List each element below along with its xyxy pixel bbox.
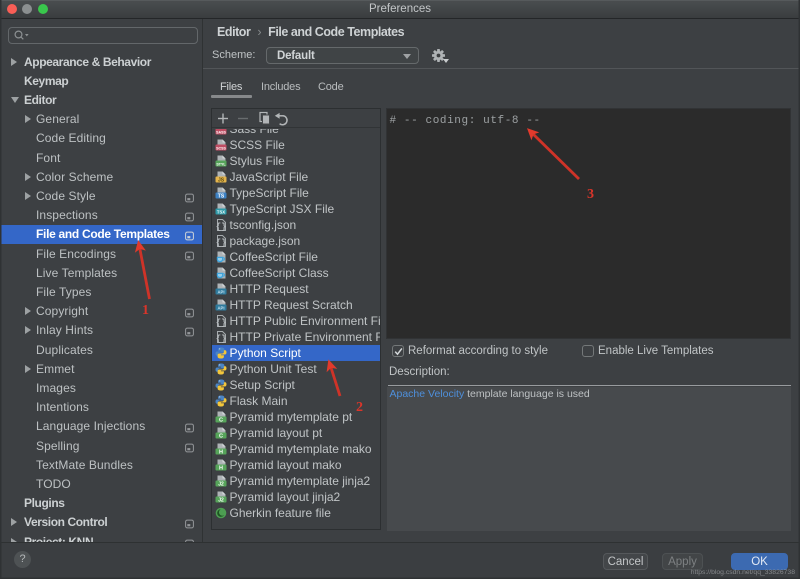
svg-text:C: C (219, 433, 223, 439)
svg-text:TSX: TSX (216, 209, 224, 214)
svg-text:API: API (217, 289, 224, 294)
svg-text:J2: J2 (218, 481, 224, 487)
svg-text:STYL: STYL (216, 162, 226, 166)
svg-text:JS: JS (217, 177, 224, 183)
svg-text:SCSS: SCSS (216, 146, 226, 150)
svg-text:C: C (219, 417, 223, 423)
svg-text:H: H (219, 465, 223, 471)
svg-text:TS: TS (217, 193, 224, 199)
svg-text:{}: {} (215, 334, 226, 343)
svg-text:{}: {} (215, 222, 226, 231)
svg-text:J2: J2 (218, 497, 224, 503)
svg-text:SASS: SASS (216, 130, 226, 134)
svg-text:{}: {} (215, 238, 226, 247)
svg-text:{}: {} (215, 318, 226, 327)
svg-text:H: H (219, 449, 223, 455)
svg-text:API: API (217, 305, 224, 310)
